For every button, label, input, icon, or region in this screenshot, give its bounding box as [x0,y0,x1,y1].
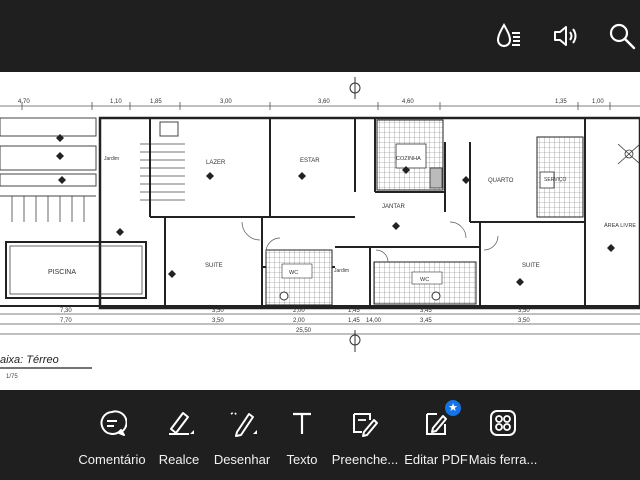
tool-fill-sign-label: Preenche... [331,452,399,467]
tool-fill-sign-button[interactable]: Preenche... [330,408,400,468]
tool-text-button[interactable]: Texto [282,408,322,468]
tool-text-label: Texto [286,452,318,467]
more-tools-icon [488,408,518,438]
tool-draw-label: Desenhar [213,452,271,467]
dim-bottom-1-b: 3,50 [212,308,224,314]
dim-total-width: 25,50 [296,328,312,334]
room-label-jardim-left: Jardim [104,156,119,162]
dim-bottom-1-f: 3,50 [518,308,530,314]
dim-top-3: 1,85 [150,99,162,105]
dim-bottom-1-d: 1,45 [348,308,360,314]
dim-top-1: 4,70 [18,99,30,105]
dim-bottom-2-d: 1,45 [348,318,360,324]
dim-bottom-1-c: 2,00 [293,308,305,314]
highlight-icon [164,408,194,438]
room-label-quarto: QUARTO [488,178,514,184]
fill-sign-icon [350,408,380,438]
room-label-piscina: PISCINA [48,269,76,276]
tool-edit-pdf-button[interactable]: ★ Editar PDF [404,400,468,468]
dim-bottom-2-f: 3,50 [518,318,530,324]
tool-highlight-button[interactable]: Realce [154,408,204,468]
dim-total-width-2: 14,00 [366,318,382,324]
dim-top-2: 1,10 [110,99,122,105]
room-label-jantar: JANTAR [382,204,406,210]
room-label-area-livre: ÁREA LIVRE [604,222,636,229]
tool-draw-button[interactable]: Desenhar [212,408,272,468]
dim-bottom-1-e: 3,45 [420,308,432,314]
premium-star-badge-icon: ★ [445,400,461,416]
room-label-wc-right: WC [420,277,429,283]
top-toolbar [0,0,640,72]
search-icon[interactable] [608,22,636,50]
dim-top-4: 3,00 [220,99,232,105]
dim-bottom-2-c: 2,00 [293,318,305,324]
dim-top-8: 1,00 [592,99,604,105]
dim-top-6: 4,60 [402,99,414,105]
tool-more-tools-label: Mais ferra... [468,452,538,467]
dim-bottom-2-a: 7,70 [60,318,72,324]
pdf-page-view[interactable]: 4,70 1,10 1,85 3,00 3,60 4,60 1,35 1,00 [0,72,640,390]
read-aloud-icon[interactable] [494,22,522,50]
tool-comment-button[interactable]: Comentário [76,408,148,468]
speaker-icon[interactable] [552,22,580,50]
room-label-suite-right: SUITE [522,263,540,269]
room-label-suite-left: SUITE [205,263,223,269]
plan-caption-title: aixa: Térreo [0,354,59,366]
tool-highlight-label: Realce [158,452,200,467]
room-label-jardim-center: Jardim [334,268,349,274]
dim-bottom-2-e: 3,45 [420,318,432,324]
dim-bottom-1-a: 7,30 [60,308,72,314]
room-label-cozinha: COZINHA [396,156,421,162]
text-icon [287,408,317,438]
comment-icon [97,408,128,438]
dim-bottom-2-b: 3,50 [212,318,224,324]
room-label-wc-left: WC [289,270,298,276]
plan-caption-scale: 1/75 [6,374,18,380]
tool-edit-pdf-label: Editar PDF [404,452,468,467]
bottom-toolbar: Comentário Realce Desenhar Texto Preench… [0,390,640,480]
room-label-servico: SERVIÇO [544,177,567,183]
floor-plan-drawing: 4,70 1,10 1,85 3,00 3,60 4,60 1,35 1,00 [0,77,640,380]
tool-comment-label: Comentário [78,452,146,467]
tool-more-tools-button[interactable]: Mais ferra... [468,408,538,468]
room-label-estar: ESTAR [300,158,320,164]
dim-top-5: 3,60 [318,99,330,105]
room-label-lazer: LAZER [206,160,226,166]
dim-top-7: 1,35 [555,99,567,105]
draw-icon [227,408,257,438]
